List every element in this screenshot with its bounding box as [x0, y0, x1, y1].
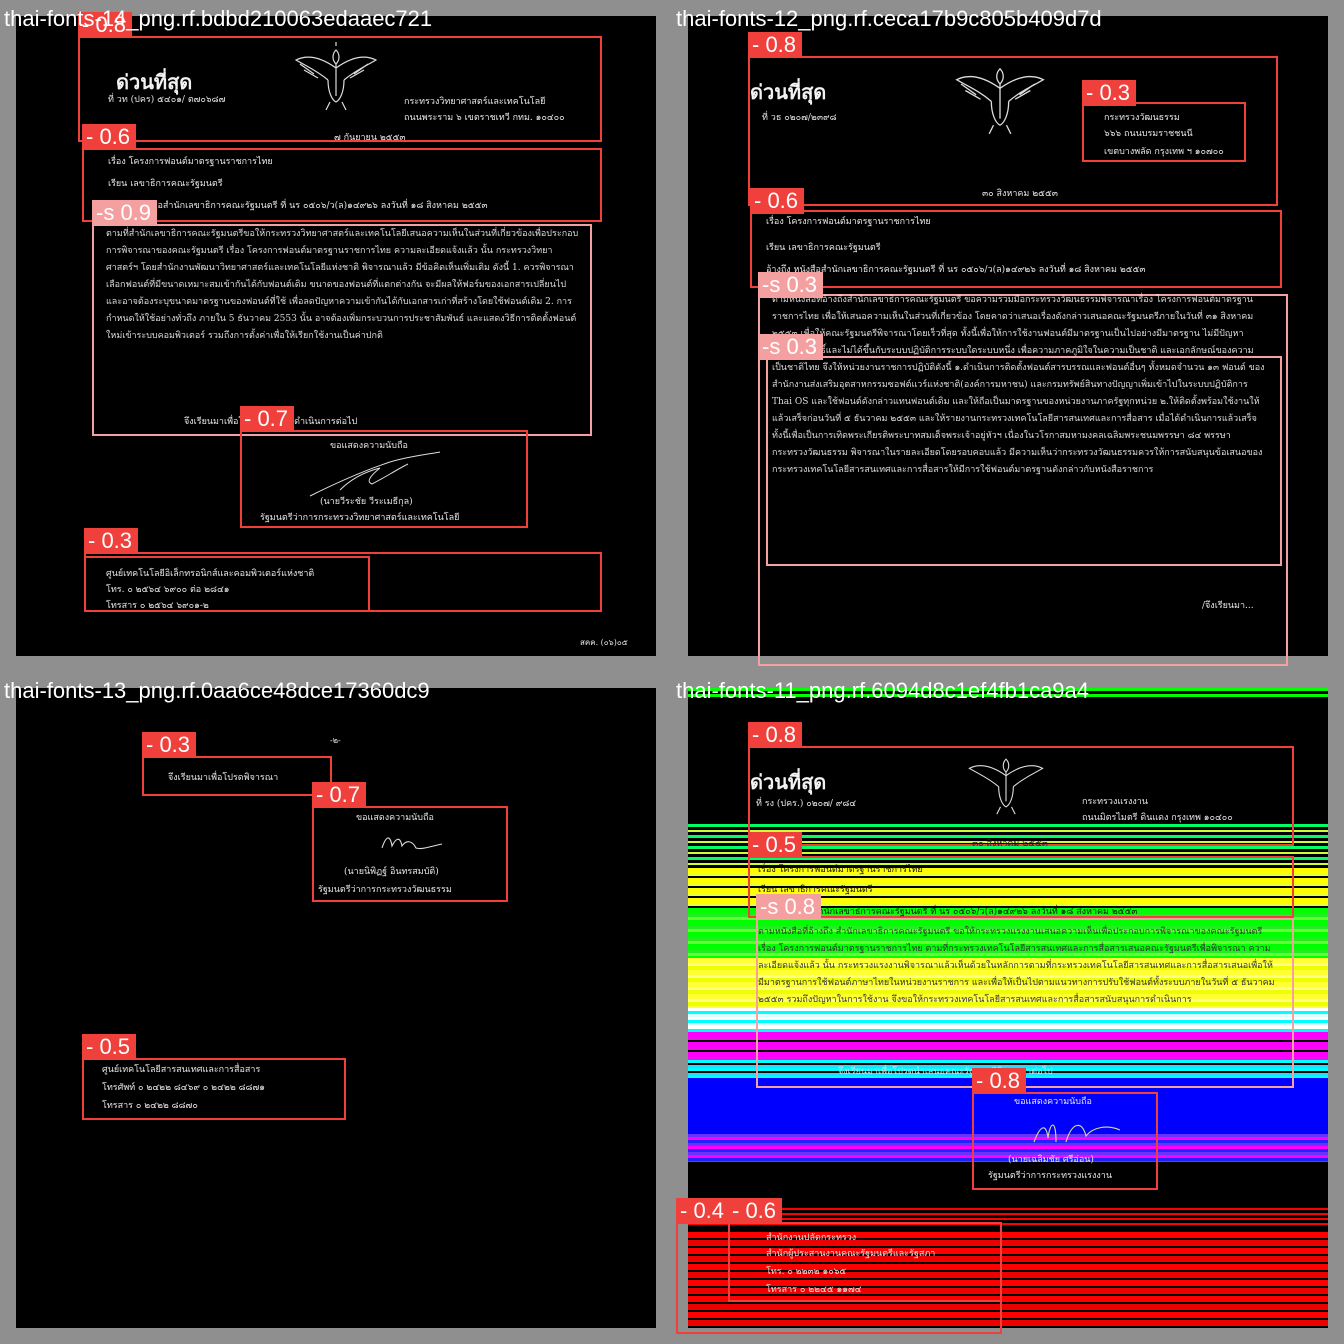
detection-label: - 0.5 [82, 1034, 137, 1060]
detection-label: -s 0.9 [92, 200, 158, 226]
contact-department: สำนักผู้ประสานงานคณะรัฐมนตรีและรัฐสภา [766, 1249, 936, 1259]
panel-title: thai-fonts-13_png.rf.0aa6ce48dce17360dc9 [4, 678, 430, 703]
letter-recipient: เรียน เลขาธิการคณะรัฐมนตรี [108, 179, 223, 189]
letter-reference: อ้างถึง หนังสือสำนักเลขาธิการคณะรัฐมนตรี… [108, 201, 488, 211]
detection-label: - 0.3 [1082, 80, 1137, 106]
urgent-heading: ด่วนที่สุด [750, 80, 827, 104]
contact-fax: โทรสาร ๐ ๒๕๖๔ ๖๙๐๑-๒ [106, 601, 209, 611]
signer-name: (นายเฉลิมชัย ศรีอ่อน) [1008, 1155, 1094, 1165]
detection-label: - 0.6 [750, 188, 805, 214]
detection-label: - 0.8 [748, 722, 803, 748]
reference-number: ที่ วท (ปคร) ๕๔๐๑/ ต๗๐๖๘๗ [108, 95, 226, 105]
letter-regards: ขอแสดงความนับถือ [356, 813, 434, 823]
detection-label: - 0.6 [82, 124, 137, 150]
agency-address: ถนนมิตรไมตรี ดินแดง กรุงเทพ ๑๐๔๐๐ [1082, 813, 1233, 823]
panel-title: thai-fonts-14_png.rf.bdbd210063edaaec721 [4, 6, 433, 31]
letter-subject: เรื่อง โครงการฟอนต์มาตรฐานราชการไทย [108, 157, 273, 167]
signature-image [309, 451, 441, 497]
panel-thai-fonts-14: thai-fonts-14_png.rf.bdbd210063edaaec721… [0, 0, 668, 668]
panel-thai-fonts-13: thai-fonts-13_png.rf.0aa6ce48dce17360dc9… [0, 672, 668, 1340]
signer-position: รัฐมนตรีว่าการกระทรวงวัฒนธรรม [318, 885, 452, 895]
panel-thai-fonts-11: thai-fonts-11_png.rf.6094d8c1ef4fb1ca9a4… [672, 672, 1340, 1340]
letter-subject: เรื่อง โครงการฟอนต์มาตรฐานราชการไทย [758, 865, 923, 875]
detection-label: - 0.7 [240, 406, 295, 432]
signer-name: (นายนิพิฏฐ์ อินทรสมบัติ) [344, 867, 439, 877]
detection-label: -s 0.3 [758, 334, 824, 360]
detection-label: -s 0.3 [758, 272, 824, 298]
contact-fax: โทรสาร ๐ ๒๔๒๒ ๘๘๗๐ [102, 1101, 198, 1111]
contact-phone: โทรศัพท์ ๐ ๒๔๒๒ ๘๔๖๙ ๐ ๒๔๒๒ ๘๘๗๑ [102, 1083, 265, 1093]
agency-name: กระทรวงแรงงาน [1082, 797, 1148, 807]
letter-recipient: เรียน เลขาธิการคณะรัฐมนตรี [766, 243, 881, 253]
letter-subject: เรื่อง โครงการฟอนต์มาตรฐานราชการไทย [766, 217, 931, 227]
detection-label: - 0.8 [972, 1068, 1027, 1094]
document-footer-code: สคค. (๐๖)๐๕ [580, 638, 628, 647]
contact-phone: โทร. ๐ ๒๒๓๒ ๑๐๖๕ [766, 1267, 847, 1277]
contact-organization: ศูนย์เทคโนโลยีสารสนเทศและการสื่อสาร [102, 1065, 261, 1075]
detection-label: - 0.4 [676, 1198, 731, 1224]
contact-phone: โทร. ๐ ๒๕๖๔ ๖๙๐๐ ต่อ ๒๘๔๑ [106, 585, 230, 595]
detection-label: - 0.7 [312, 782, 367, 808]
signature-image [1033, 1124, 1121, 1143]
letter-closing: /จึงเรียนมา... [1202, 601, 1254, 611]
detection-label: - 0.5 [748, 832, 803, 858]
letter-body: ตามหนังสือที่อ้างถึง สำนักเลขาธิการคณะรั… [758, 927, 1275, 1005]
letter-body: ตามหนังสือที่อ้างถึงสำนักเลขาธิการคณะรัฐ… [772, 295, 1265, 475]
signer-position: รัฐมนตรีว่าการกระทรวงวิทยาศาสตร์และเทคโน… [260, 513, 460, 523]
panel-title: thai-fonts-11_png.rf.6094d8c1ef4fb1ca9a4 [676, 678, 1090, 703]
panel-title: thai-fonts-12_png.rf.ceca17b9c805b409d7d [676, 6, 1102, 31]
letter-date: ๓๐ สิงหาคม ๒๕๕๓ [982, 189, 1058, 199]
agency-name: กระทรวงวิทยาศาสตร์และเทคโนโลยี [404, 97, 546, 107]
page-number: -๒- [330, 736, 341, 745]
letter-date: ๗ กันยายน ๒๕๕๓ [334, 133, 406, 143]
detection-label: - 0.8 [748, 32, 803, 58]
reference-number: ที่ รง (ปคร.) ๐๒๐๗/ ๙๘๔ [756, 799, 857, 809]
detection-label: - 0.3 [142, 732, 197, 758]
contact-fax: โทรสาร ๐ ๒๒๔๕ ๑๑๗๔ [766, 1285, 862, 1295]
contact-organization: สำนักงานปลัดกระทรวง [766, 1233, 857, 1243]
signer-name: (นายวีระชัย วีระเมธีกุล) [320, 497, 413, 507]
signer-position: รัฐมนตรีว่าการกระทรวงแรงงาน [988, 1171, 1112, 1181]
detection-label: - 0.3 [84, 528, 139, 554]
letter-regards: ขอแสดงความนับถือ [1014, 1097, 1092, 1107]
garuda-emblem-icon [294, 42, 378, 111]
agency-address-line1: ๖๖๖ ถนนบรมราชชนนี [1104, 129, 1193, 139]
garuda-emblem-icon [968, 758, 1044, 815]
contact-organization: ศูนย์เทคโนโลยีอิเล็กทรอนิกส์และคอมพิวเตอ… [106, 569, 315, 579]
reference-number: ที่ วธ ๐๒๐๗/๒๓๙๘ [762, 113, 837, 123]
agency-address-line2: เขตบางพลัด กรุงเทพ ฯ ๑๐๗๐๐ [1104, 147, 1224, 157]
garuda-emblem-icon [955, 67, 1045, 135]
panel-thai-fonts-12: thai-fonts-12_png.rf.ceca17b9c805b409d7d… [672, 0, 1340, 668]
agency-address: ถนนพระราม ๖ เขตราชเทวี กทม. ๑๐๔๐๐ [404, 113, 565, 123]
letter-date: ๓๐ สิงหาคม ๒๕๕๓ [972, 839, 1048, 849]
detection-label: - 0.6 [728, 1198, 783, 1224]
signature-image [381, 837, 443, 850]
letter-closing: จึงเรียนมาเพื่อโปรดพิจารณา [168, 773, 279, 783]
urgent-heading: ด่วนที่สุด [750, 770, 827, 794]
letter-body: ตามที่สำนักเลขาธิการคณะรัฐมนตรีขอให้กระท… [106, 229, 579, 341]
detection-label: -s 0.8 [756, 894, 822, 920]
agency-name: กระทรวงวัฒนธรรม [1104, 113, 1180, 123]
